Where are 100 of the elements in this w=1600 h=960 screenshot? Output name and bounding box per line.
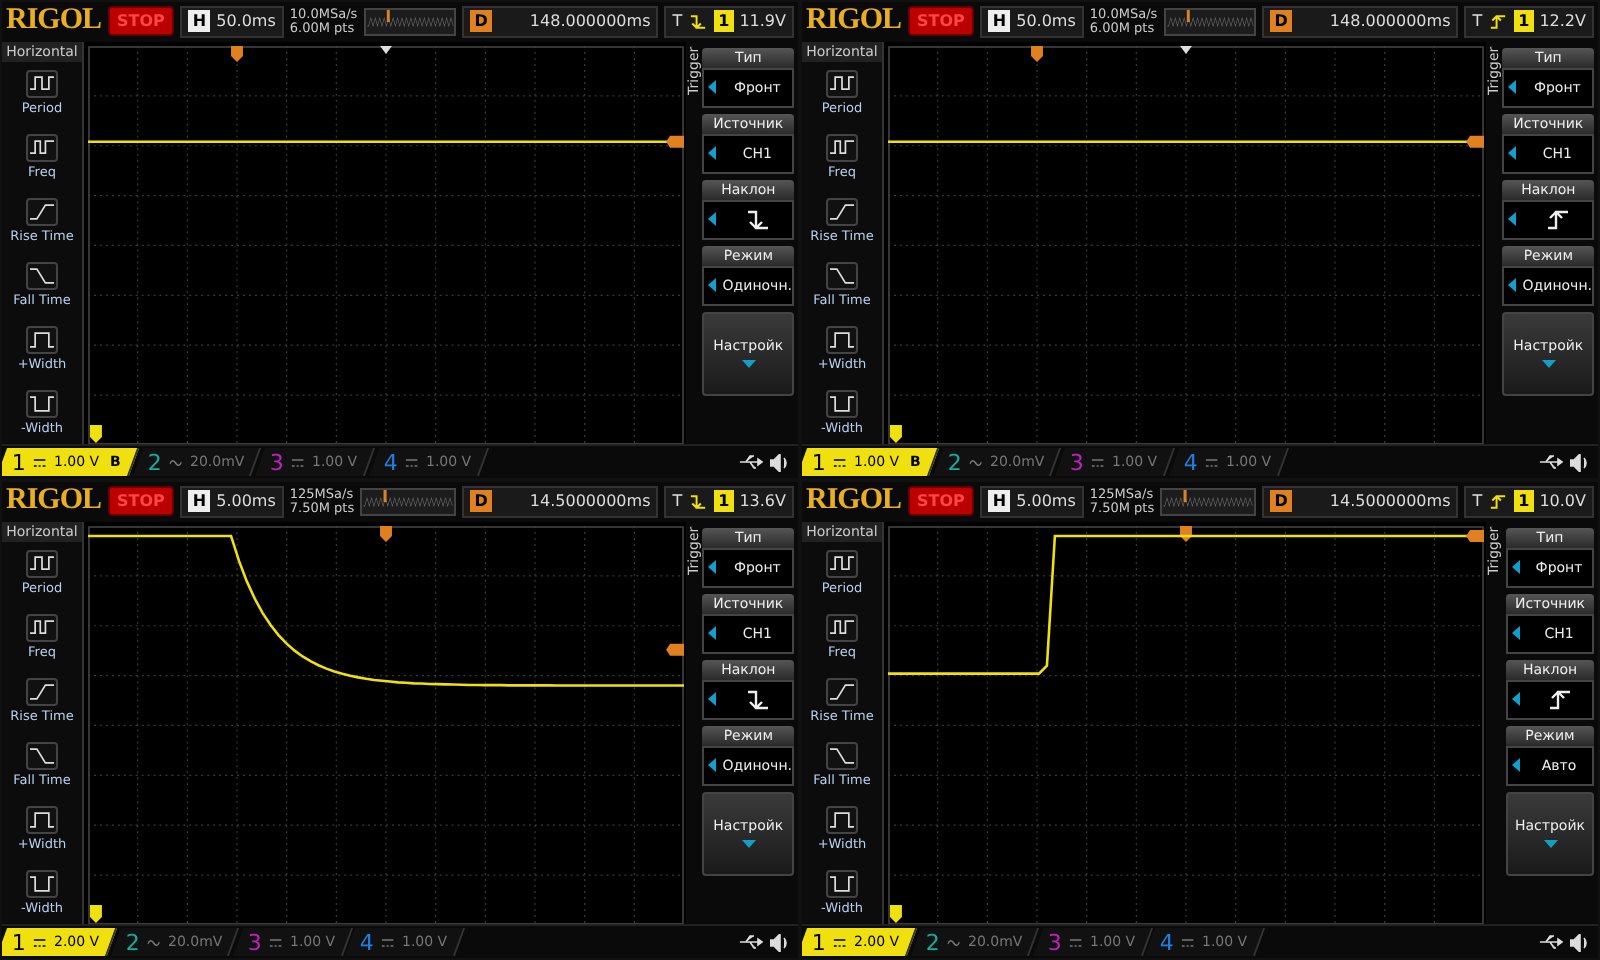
trigger-level: 10.0V	[1539, 492, 1586, 511]
usb-icon	[740, 453, 764, 470]
timebase-box[interactable]: H 5.00ms	[180, 485, 284, 518]
brand-logo: RIGOL	[806, 4, 902, 39]
menu-option[interactable]	[1502, 199, 1594, 240]
source-tag: 1	[714, 490, 734, 513]
trigger-level-icon	[1466, 135, 1484, 148]
measure-icon[interactable]	[26, 134, 58, 163]
speaker-icon[interactable]	[1570, 453, 1590, 472]
trigger-level: 13.6V	[739, 492, 786, 511]
caret-icon	[708, 560, 717, 575]
trigger-label: T	[1472, 12, 1483, 31]
caret-icon	[708, 278, 717, 293]
caret-icon	[741, 360, 756, 369]
channel-number: 3	[1070, 449, 1085, 476]
caret-icon	[1512, 758, 1520, 773]
delay-box[interactable]: D 148.000000ms	[462, 5, 659, 38]
channel-number: 4	[360, 929, 375, 956]
caret-icon	[708, 146, 717, 161]
channel-number: 4	[1183, 449, 1198, 476]
usb-icon	[1540, 933, 1564, 950]
measure-icon[interactable]	[826, 614, 858, 643]
measure-icon[interactable]	[26, 805, 58, 834]
channel-number: 4	[1160, 929, 1175, 956]
brand-logo: RIGOL	[6, 484, 102, 519]
measure-icon[interactable]	[26, 678, 58, 707]
measure-icon[interactable]	[826, 325, 858, 354]
measure-icon[interactable]	[826, 869, 858, 898]
timebase-box[interactable]: H 50.0ms	[180, 5, 284, 38]
measure-icon[interactable]	[26, 614, 58, 643]
measure-icon[interactable]	[26, 389, 58, 418]
measure-icon[interactable]	[826, 261, 858, 290]
menu-option[interactable]	[1506, 679, 1594, 720]
timebase-tag: H	[188, 490, 211, 513]
measure-icon[interactable]	[26, 741, 58, 770]
measure-icon[interactable]	[826, 741, 858, 770]
delay-box[interactable]: D 14.5000000ms	[1262, 485, 1459, 518]
measure-icon[interactable]	[26, 70, 58, 99]
trigger-level-icon	[666, 643, 684, 656]
channel-number: 2	[947, 449, 962, 476]
source-tag: 1	[1514, 490, 1534, 513]
measure-icon[interactable]	[826, 134, 858, 163]
delay-value: 14.5000000ms	[1329, 492, 1451, 511]
timebase-tag: H	[188, 10, 211, 33]
channel-number: 1	[12, 929, 26, 956]
speaker-icon[interactable]	[770, 453, 790, 472]
measure-icon[interactable]	[26, 325, 58, 354]
measure-icon[interactable]	[826, 550, 858, 579]
trigger-label: T	[1472, 492, 1483, 511]
measure-icon[interactable]	[26, 198, 58, 227]
channel-number: 3	[1047, 929, 1062, 956]
menu-option[interactable]	[702, 199, 794, 240]
usb-icon	[1540, 453, 1564, 470]
measure-icon[interactable]	[826, 198, 858, 227]
caret-icon	[708, 692, 717, 707]
timebase-box[interactable]: H 50.0ms	[980, 5, 1084, 38]
timebase-value: 5.00ms	[216, 492, 276, 511]
channel-number: 2	[925, 929, 940, 956]
delay-value: 148.000000ms	[529, 12, 651, 31]
channel-ground-icon	[90, 904, 102, 923]
brand-logo: RIGOL	[6, 4, 102, 39]
caret-icon	[1512, 560, 1520, 575]
caret-icon	[1543, 840, 1557, 849]
delay-value: 148.000000ms	[1329, 12, 1451, 31]
measure-icon[interactable]	[826, 678, 858, 707]
trigger-box[interactable]: T 1 10.0V	[1464, 485, 1594, 518]
speaker-icon[interactable]	[1570, 933, 1590, 952]
source-tag: 1	[1514, 10, 1534, 33]
trigger-box[interactable]: T 1 13.6V	[664, 485, 794, 518]
delay-tag: D	[470, 490, 492, 513]
trigger-box[interactable]: T 1 11.9V	[664, 5, 794, 38]
trigger-box[interactable]: T 1 12.2V	[1464, 5, 1594, 38]
measure-icon[interactable]	[826, 70, 858, 99]
measure-icon[interactable]	[26, 869, 58, 898]
channel-ground-icon	[890, 904, 902, 923]
source-tag: 1	[714, 10, 734, 33]
timebase-value: 50.0ms	[1016, 12, 1076, 31]
trigger-label: T	[672, 12, 683, 31]
measure-icon[interactable]	[826, 389, 858, 418]
timebase-tag: H	[988, 10, 1011, 33]
timebase-value: 50.0ms	[216, 12, 276, 31]
delay-box[interactable]: D 148.000000ms	[1262, 5, 1459, 38]
caret-icon	[1512, 626, 1520, 641]
delay-tag: D	[1270, 490, 1292, 513]
menu-option[interactable]	[702, 679, 794, 720]
timebase-value: 5.00ms	[1016, 492, 1076, 511]
delay-box[interactable]: D 14.5000000ms	[462, 485, 659, 518]
caret-icon	[1512, 692, 1520, 707]
delay-tag: D	[1270, 10, 1292, 33]
timebase-box[interactable]: H 5.00ms	[980, 485, 1084, 518]
channel-ground-icon	[90, 424, 102, 443]
measure-icon[interactable]	[26, 550, 58, 579]
measure-icon[interactable]	[26, 261, 58, 290]
caret-icon	[1508, 212, 1517, 227]
channel-number: 1	[812, 449, 826, 476]
channel-number: 3	[247, 929, 262, 956]
measure-icon[interactable]	[826, 805, 858, 834]
speaker-icon[interactable]	[770, 933, 790, 952]
trigger-level-icon	[1466, 529, 1484, 542]
delay-tag: D	[470, 10, 492, 33]
